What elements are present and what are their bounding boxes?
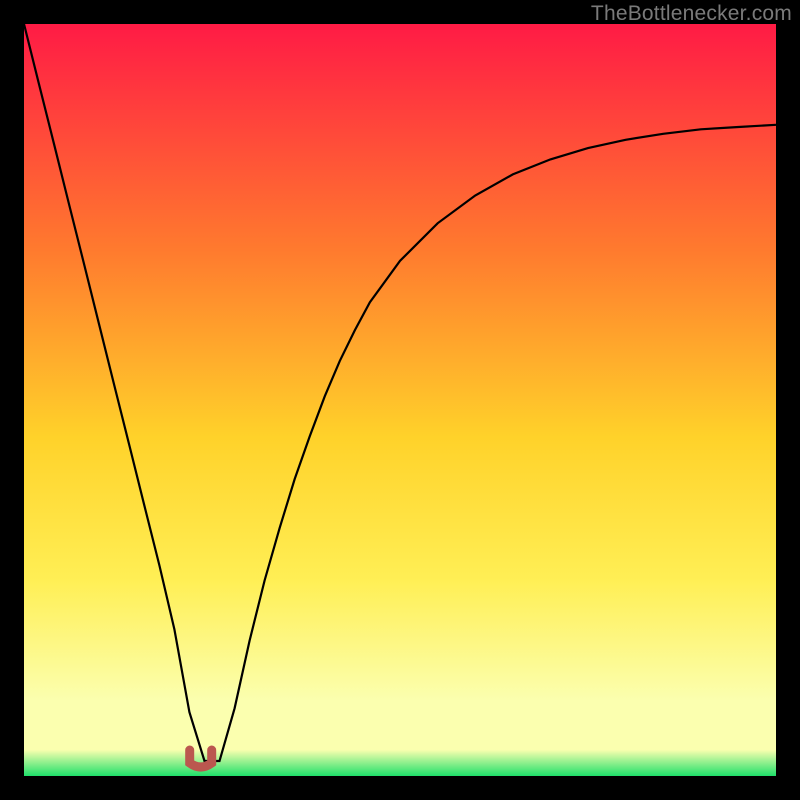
gradient-background [24, 24, 776, 776]
chart-frame [24, 24, 776, 776]
watermark-text: TheBottlenecker.com [591, 2, 792, 26]
bottleneck-chart [24, 24, 776, 776]
